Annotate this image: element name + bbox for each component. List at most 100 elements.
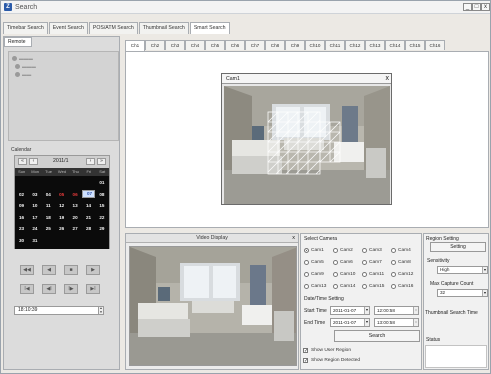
tab-channel-2[interactable]: Ch2 [145,40,165,50]
time-field[interactable]: 18:10:39 ▲ ▼ [14,306,104,315]
tab-channel-16[interactable]: Ch16 [425,40,445,50]
fast-rewind-button[interactable]: ◀◀ [20,265,34,275]
tab-channel-15[interactable]: Ch15 [405,40,425,50]
calendar-day[interactable]: 25 [42,224,55,234]
camera-radio-10[interactable]: Cam10 [333,270,362,278]
chevron-down-icon[interactable]: ▼ [482,290,487,296]
camera-radio-4[interactable]: Cam4 [391,246,420,254]
time-spinner[interactable]: ▲ ▼ [98,306,104,315]
calendar-day[interactable]: 01 [95,178,108,188]
calendar-day[interactable]: 14 [82,201,95,211]
tab-thumbnail-search[interactable]: Thumbnail Search [138,22,189,34]
tab-channel-11[interactable]: Ch11 [325,40,345,50]
camera-radio-3[interactable]: Cam3 [362,246,391,254]
chevron-down-icon[interactable]: ▼ [482,267,487,273]
tab-channel-13[interactable]: Ch13 [365,40,385,50]
calendar-day[interactable]: 05 [55,190,68,200]
calendar-day[interactable]: 24 [28,224,41,234]
calendar-day[interactable]: 12 [55,201,68,211]
prev-frame-button[interactable]: ◀I [42,284,56,294]
stop-button[interactable]: ■ [64,265,78,275]
calendar-day[interactable]: 15 [95,201,108,211]
calendar-day[interactable]: 03 [28,190,41,200]
camera-radio-1[interactable]: Cam1 [304,246,333,254]
tab-channel-12[interactable]: Ch12 [345,40,365,50]
tab-smart-search[interactable]: Smart Search [189,22,230,34]
tab-channel-14[interactable]: Ch14 [385,40,405,50]
rewind-button[interactable]: ◀ [42,265,56,275]
calendar-day[interactable]: 21 [82,213,95,223]
calendar-day[interactable]: 19 [55,213,68,223]
spinner-icon[interactable]: ↕ [413,319,418,326]
camera-radio-16[interactable]: Cam16 [391,282,420,290]
show-user-region-checkbox[interactable]: ✓ Show User Region [303,348,351,354]
camera-radio-9[interactable]: Cam9 [304,270,333,278]
camera-radio-14[interactable]: Cam14 [333,282,362,290]
calendar-day[interactable]: 30 [15,236,28,246]
video-display-image[interactable] [129,246,297,366]
calendar-day[interactable]: 20 [69,213,82,223]
camera-radio-5[interactable]: Cam5 [304,258,333,266]
close-button[interactable]: x [481,3,490,11]
show-region-detected-checkbox[interactable]: ✓ Show Region Detected [303,358,360,364]
calendar-day[interactable]: 11 [42,201,55,211]
end-date-field[interactable]: 2011-01-07 ▼ [330,318,370,327]
spinner-icon[interactable]: ↕ [413,307,418,314]
first-frame-button[interactable]: I◀ [20,284,34,294]
prev-month-button[interactable]: ‹ [29,158,38,165]
chevron-down-icon[interactable]: ▼ [364,319,369,326]
calendar-day[interactable]: 06 [69,190,82,200]
tree-item[interactable]: ▬▬ [15,70,31,78]
tab-channel-1[interactable]: Ch1 [125,40,145,51]
tab-event-search[interactable]: Event Search [48,22,88,34]
tab-channel-5[interactable]: Ch5 [205,40,225,50]
calendar-day[interactable]: 27 [69,224,82,234]
tab-remote[interactable]: Remote [4,37,32,47]
maximize-button[interactable]: □ [472,3,481,11]
tab-timebar-search[interactable]: Timebar Search [3,22,48,34]
calendar-day[interactable]: 22 [95,213,108,223]
tab-channel-10[interactable]: Ch10 [305,40,325,50]
calendar-day[interactable]: 07 [82,189,95,198]
calendar-day[interactable]: 28 [82,224,95,234]
calendar-day[interactable]: 02 [15,190,28,200]
calendar-day[interactable]: 09 [15,201,28,211]
camera-radio-6[interactable]: Cam6 [333,258,362,266]
camera-radio-13[interactable]: Cam13 [304,282,333,290]
calendar-day[interactable]: 18 [42,213,55,223]
calendar-day[interactable]: 13 [69,201,82,211]
camera-radio-15[interactable]: Cam15 [362,282,391,290]
max-capture-select[interactable]: 32 ▼ [437,289,488,297]
camera-radio-11[interactable]: Cam11 [362,270,391,278]
tab-channel-9[interactable]: Ch9 [285,40,305,50]
play-button[interactable]: ▶ [86,265,100,275]
tree-item[interactable]: ▬▬▬ [15,62,36,70]
setting-button[interactable]: Setting [430,242,486,252]
camera-radio-8[interactable]: Cam8 [391,258,420,266]
camera-radio-7[interactable]: Cam7 [362,258,391,266]
start-time-field[interactable]: 12:00:58 ↕ [374,306,419,315]
prev-year-button[interactable]: « [18,158,27,165]
camera-radio-2[interactable]: Cam2 [333,246,362,254]
tab-channel-3[interactable]: Ch3 [165,40,185,50]
calendar-day[interactable]: 08 [95,190,108,200]
chevron-down-icon[interactable]: ▼ [364,307,369,314]
tab-channel-7[interactable]: Ch7 [245,40,265,50]
last-frame-button[interactable]: ▶I [86,284,100,294]
calendar-day[interactable]: 31 [28,236,41,246]
camera-image[interactable] [224,86,390,204]
tab-pos-atm-search[interactable]: POS/ATM Search [88,22,138,34]
close-icon[interactable]: x [386,75,390,83]
start-date-field[interactable]: 2011-01-07 ▼ [330,306,370,315]
close-icon[interactable]: x [292,234,295,243]
calendar-day[interactable]: 29 [95,224,108,234]
camera-radio-12[interactable]: Cam12 [391,270,420,278]
calendar-day[interactable]: 26 [55,224,68,234]
calendar-day[interactable]: 16 [15,213,28,223]
next-frame-button[interactable]: I▶ [64,284,78,294]
end-time-field[interactable]: 13:00:58 ↕ [374,318,419,327]
next-year-button[interactable]: » [97,158,106,165]
sensitivity-select[interactable]: High ▼ [437,266,488,274]
minimize-button[interactable]: _ [463,3,472,11]
next-month-button[interactable]: › [86,158,95,165]
